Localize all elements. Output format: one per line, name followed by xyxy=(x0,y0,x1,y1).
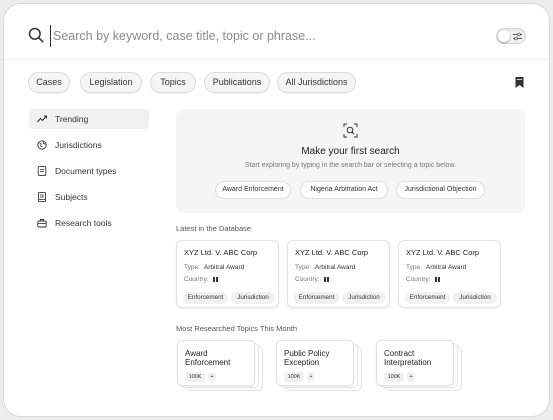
case-tag[interactable]: Jurisdiction xyxy=(231,292,275,304)
filter-chip-legislation[interactable]: Legislation xyxy=(80,72,142,93)
suggestion-chip-nigeria-arbitration-act[interactable]: Nigeria Arbitration Act xyxy=(300,181,388,199)
book-icon xyxy=(38,192,46,202)
case-card[interactable]: XYZ Ltd. V. ABC Corp Type: Arbitral Award… xyxy=(176,240,279,308)
suggestion-chip-award-enforcement[interactable]: Award Enforcement xyxy=(215,181,291,199)
topic-card-front: Contract Interpretation 100K + xyxy=(376,340,454,386)
search-document-icon xyxy=(343,123,358,138)
filter-chip-jurisdictions[interactable]: All Jurisdictions xyxy=(277,72,356,93)
toolbox-icon xyxy=(37,219,47,228)
advanced-search-toggle[interactable] xyxy=(496,28,526,44)
sidebar-item-label: Trending xyxy=(55,114,89,124)
case-card[interactable]: XYZ Ltd. V. ABC Corp Type: Arbitral Award… xyxy=(398,240,501,308)
case-tag[interactable]: Enforcement xyxy=(405,292,450,304)
empty-state-card: Make your first search Start exploring b… xyxy=(176,109,525,213)
flag-icon xyxy=(212,276,219,282)
sidebar-item-label: Jurisdictions xyxy=(55,140,102,150)
sidebar-item-label: Research tools xyxy=(55,218,112,228)
search-input[interactable] xyxy=(50,25,470,47)
suggestion-chip-jurisdictional-objection[interactable]: Jurisdictional Objection xyxy=(396,181,485,199)
search-icon xyxy=(28,27,44,43)
topic-card[interactable]: Award Enforcement 100K + xyxy=(177,340,263,391)
topic-card-front: Award Enforcement 100K + xyxy=(177,340,255,386)
topic-count: 100K xyxy=(185,372,205,382)
sidebar-item-label: Subjects xyxy=(55,192,88,202)
case-country: Country: xyxy=(184,276,219,283)
trending-icon xyxy=(37,115,47,123)
case-country: Country: xyxy=(406,276,441,283)
case-tag[interactable]: Enforcement xyxy=(294,292,339,304)
filter-chip-publications[interactable]: Publications xyxy=(204,72,270,93)
search-bar xyxy=(4,4,549,60)
case-card[interactable]: XYZ Ltd. V. ABC Corp Type: Arbitral Award… xyxy=(287,240,390,308)
filter-chip-topics[interactable]: Topics xyxy=(150,72,196,93)
toggle-knob xyxy=(498,30,510,42)
topics-section-title: Most Researched Topics This Month xyxy=(176,324,298,333)
topic-card[interactable]: Public Policy Exception 100K + xyxy=(276,340,362,391)
app-window: Cases Legislation Topics Publications Al… xyxy=(3,3,550,417)
case-tag[interactable]: Jurisdiction xyxy=(342,292,386,304)
case-title: XYZ Ltd. V. ABC Corp xyxy=(295,248,369,257)
case-title: XYZ Ltd. V. ABC Corp xyxy=(184,248,258,257)
topic-count: 100K xyxy=(384,372,404,382)
case-type: Type: Arbitral Award xyxy=(184,264,245,271)
case-title: XYZ Ltd. V. ABC Corp xyxy=(406,248,480,257)
case-type: Type: Arbitral Award xyxy=(406,264,467,271)
case-type: Type: Arbitral Award xyxy=(295,264,356,271)
topic-title: Public Policy Exception xyxy=(284,349,330,367)
topic-title: Award Enforcement xyxy=(185,349,231,367)
case-tag[interactable]: Enforcement xyxy=(183,292,228,304)
topic-card-front: Public Policy Exception 100K + xyxy=(276,340,354,386)
document-icon xyxy=(37,166,47,176)
sidebar-item-subjects[interactable]: Subjects xyxy=(29,187,149,207)
sliders-icon xyxy=(513,32,522,41)
bookmark-icon[interactable] xyxy=(514,76,525,89)
topic-card[interactable]: Contract Interpretation 100K + xyxy=(376,340,462,391)
sidebar: Trending Jurisdictions Document types Su… xyxy=(29,109,149,239)
topic-more[interactable]: + xyxy=(208,372,216,382)
globe-icon xyxy=(37,140,47,150)
topic-title: Contract Interpretation xyxy=(384,349,432,367)
sidebar-item-jurisdictions[interactable]: Jurisdictions xyxy=(29,135,149,155)
filter-chip-cases[interactable]: Cases xyxy=(28,72,70,93)
topic-count: 100K xyxy=(284,372,304,382)
sidebar-item-label: Document types xyxy=(55,166,117,176)
case-tag[interactable]: Jurisdiction xyxy=(453,292,497,304)
empty-state-title: Make your first search xyxy=(301,146,400,157)
sidebar-item-document-types[interactable]: Document types xyxy=(29,161,149,181)
topic-more[interactable]: + xyxy=(307,372,315,382)
latest-section-title: Latest in the Database xyxy=(176,224,252,233)
flag-icon xyxy=(323,276,330,282)
sidebar-item-research-tools[interactable]: Research tools xyxy=(29,213,149,233)
flag-icon xyxy=(434,276,441,282)
sidebar-item-trending[interactable]: Trending xyxy=(29,109,149,129)
topic-more[interactable]: + xyxy=(407,372,415,382)
empty-state-subtitle: Start exploring by typing in the search … xyxy=(244,162,457,169)
case-country: Country: xyxy=(295,276,330,283)
